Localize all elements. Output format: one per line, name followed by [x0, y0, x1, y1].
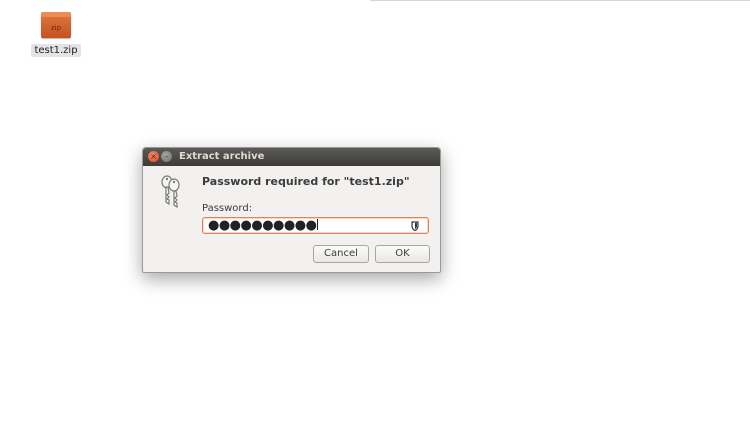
password-field[interactable]: ●●●●●●●●●●: [202, 217, 429, 234]
dialog-title: Extract archive: [179, 151, 265, 162]
keys-icon: [161, 175, 180, 208]
reveal-password-icon[interactable]: [411, 221, 419, 231]
top-divider: [370, 0, 750, 1]
zip-archive-icon: zip: [41, 12, 71, 38]
minimize-icon[interactable]: –: [161, 151, 172, 162]
dialog-heading: Password required for "test1.zip": [202, 175, 410, 188]
password-label: Password:: [202, 203, 253, 214]
close-icon[interactable]: ×: [148, 151, 159, 162]
cancel-button[interactable]: Cancel: [313, 245, 369, 263]
desktop-file-test1-zip[interactable]: zip test1.zip: [30, 10, 82, 57]
desktop-file-label: test1.zip: [31, 44, 81, 57]
text-caret: [317, 219, 319, 230]
dialog-titlebar[interactable]: × – Extract archive: [143, 148, 440, 166]
ok-button[interactable]: OK: [375, 245, 430, 263]
password-masked-value: ●●●●●●●●●●: [208, 218, 319, 233]
extract-archive-dialog: × – Extract archive Password required fo…: [142, 147, 441, 273]
